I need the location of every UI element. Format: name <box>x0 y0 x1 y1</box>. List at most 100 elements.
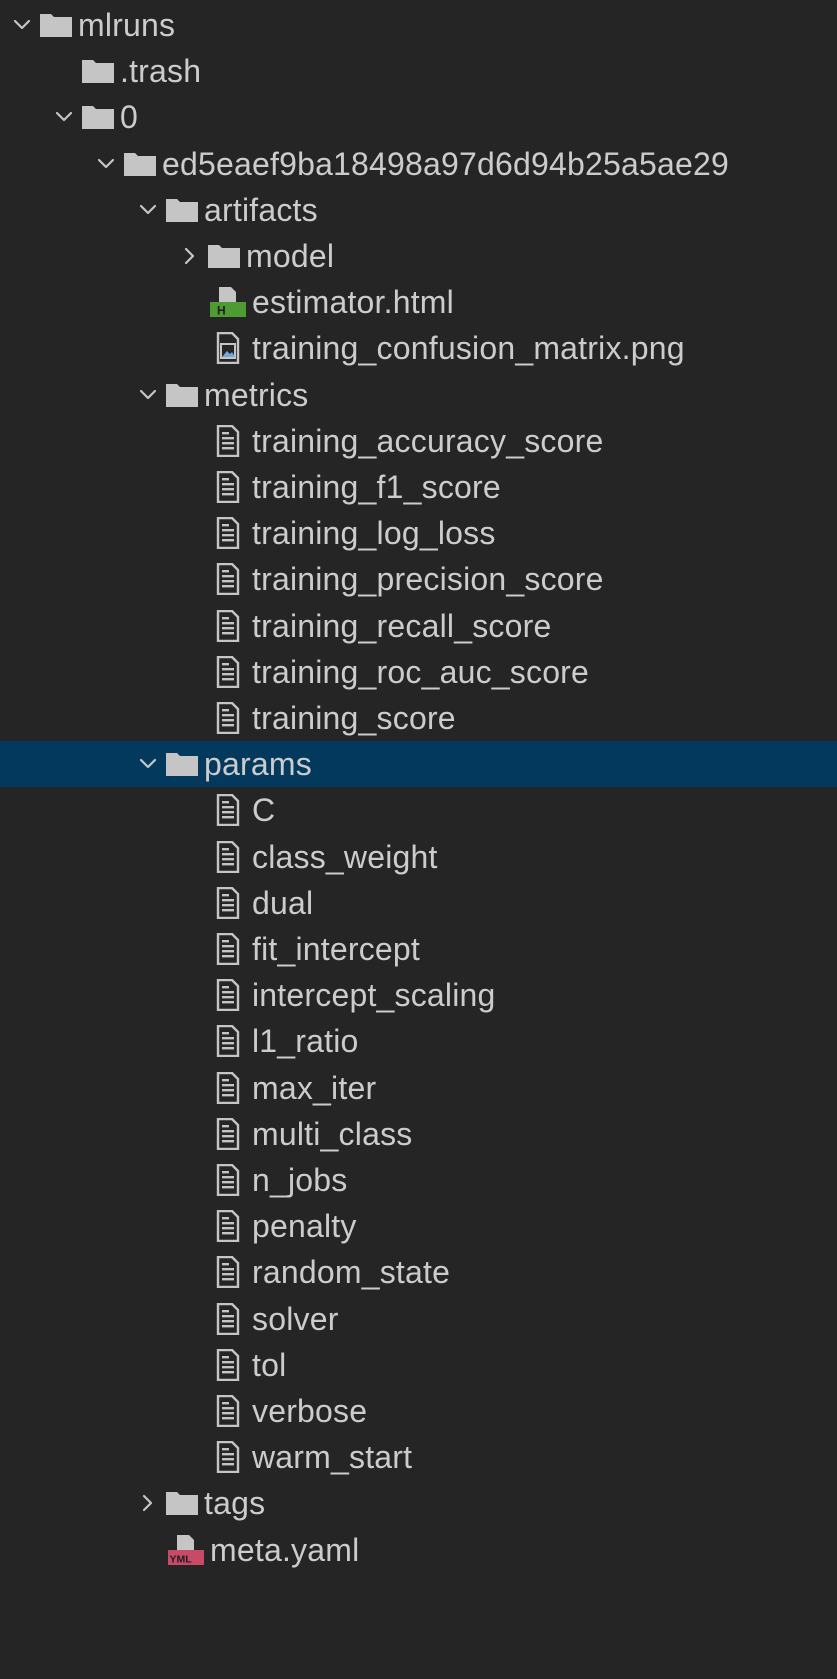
text-file-icon <box>208 1071 248 1104</box>
file-item-verbose[interactable]: verbose <box>0 1388 837 1434</box>
tree-item-label: n_jobs <box>252 1162 348 1198</box>
file-item-training-accuracy-score[interactable]: training_accuracy_score <box>0 418 837 464</box>
tree-item-label: metrics <box>204 376 309 413</box>
tree-item-label: artifacts <box>204 191 318 228</box>
chevron-down-icon[interactable] <box>92 141 120 187</box>
chevron-down-icon[interactable] <box>50 94 78 140</box>
file-item-c[interactable]: C <box>0 787 837 833</box>
text-file-icon <box>208 1210 248 1243</box>
html-file-icon: H <box>208 286 248 318</box>
folder-icon <box>162 751 202 777</box>
text-file-icon <box>208 655 248 688</box>
folder-item-artifacts[interactable]: artifacts <box>0 187 837 233</box>
file-item-meta-yaml[interactable]: YML meta.yaml <box>0 1527 837 1573</box>
tree-item-label: C <box>252 792 276 829</box>
file-item-training-log-loss[interactable]: training_log_loss <box>0 510 837 556</box>
text-file-icon <box>208 1164 248 1197</box>
text-file-icon <box>208 1395 248 1428</box>
text-file-icon <box>208 1256 248 1289</box>
file-item-l1-ratio[interactable]: l1_ratio <box>0 1018 837 1064</box>
file-item-max-iter[interactable]: max_iter <box>0 1065 837 1111</box>
folder-item-mlruns[interactable]: mlruns <box>0 2 837 48</box>
tree-item-label: model <box>246 238 335 274</box>
file-item-intercept-scaling[interactable]: intercept_scaling <box>0 972 837 1018</box>
folder-item-trash[interactable]: .trash <box>0 48 837 94</box>
folder-item-model[interactable]: model <box>0 233 837 279</box>
folder-item-ed5eaef9ba18498a97d6d94b25a5ae29[interactable]: ed5eaef9ba18498a97d6d94b25a5ae29 <box>0 141 837 187</box>
file-item-dual[interactable]: dual <box>0 880 837 926</box>
file-item-training-recall-score[interactable]: training_recall_score <box>0 603 837 649</box>
text-file-icon <box>208 424 248 457</box>
chevron-down-icon[interactable] <box>134 372 162 418</box>
folder-icon <box>78 104 118 130</box>
folder-icon <box>36 12 76 38</box>
file-item-class-weight[interactable]: class_weight <box>0 834 837 880</box>
tree-item-label: warm_start <box>252 1439 413 1476</box>
file-item-training-confusion-matrix-png[interactable]: training_confusion_matrix.png <box>0 325 837 371</box>
tree-item-label: 0 <box>120 99 138 136</box>
chevron-down-icon[interactable] <box>134 187 162 233</box>
tree-item-label: class_weight <box>252 838 438 875</box>
tree-item-label: meta.yaml <box>210 1531 360 1568</box>
chevron-right-icon[interactable] <box>134 1480 162 1526</box>
chevron-right-icon[interactable] <box>176 233 204 279</box>
text-file-icon <box>208 1348 248 1381</box>
text-file-icon <box>208 794 248 827</box>
text-file-icon <box>208 702 248 735</box>
chevron-down-icon[interactable] <box>134 741 162 787</box>
text-file-icon <box>208 1117 248 1150</box>
folder-icon <box>162 197 202 223</box>
folder-item-params[interactable]: params <box>0 741 837 788</box>
tree-item-label: training_f1_score <box>252 469 501 505</box>
tree-item-label: solver <box>252 1300 339 1337</box>
file-item-multi-class[interactable]: multi_class <box>0 1111 837 1157</box>
tree-item-label: training_confusion_matrix.png <box>252 330 685 367</box>
file-item-penalty[interactable]: penalty <box>0 1203 837 1249</box>
tree-item-label: params <box>204 746 312 783</box>
file-item-training-f1-score[interactable]: training_f1_score <box>0 464 837 510</box>
folder-item-tags[interactable]: tags <box>0 1480 837 1526</box>
file-item-solver[interactable]: solver <box>0 1296 837 1342</box>
tree-item-label: tags <box>204 1485 266 1522</box>
folder-item-metrics[interactable]: metrics <box>0 372 837 418</box>
tree-item-label: max_iter <box>252 1069 377 1106</box>
file-item-warm-start[interactable]: warm_start <box>0 1434 837 1480</box>
tree-item-label: training_accuracy_score <box>252 422 604 459</box>
file-item-tol[interactable]: tol <box>0 1342 837 1388</box>
tree-item-label: intercept_scaling <box>252 977 496 1014</box>
file-item-training-precision-score[interactable]: training_precision_score <box>0 556 837 602</box>
file-item-estimator-html[interactable]: Hestimator.html <box>0 279 837 325</box>
file-item-training-score[interactable]: training_score <box>0 695 837 741</box>
chevron-down-icon[interactable] <box>8 2 36 48</box>
tree-item-label: mlruns <box>78 7 176 43</box>
file-item-random-state[interactable]: random_state <box>0 1249 837 1295</box>
tree-item-label: l1_ratio <box>252 1023 359 1060</box>
text-file-icon <box>208 471 248 504</box>
text-file-icon <box>208 1441 248 1474</box>
file-item-n-jobs[interactable]: n_jobs <box>0 1157 837 1203</box>
tree-item-label: training_score <box>252 700 456 736</box>
folder-icon <box>162 382 202 408</box>
folder-item-0[interactable]: 0 <box>0 94 837 140</box>
file-item-fit-intercept[interactable]: fit_intercept <box>0 926 837 972</box>
file-item-training-roc-auc-score[interactable]: training_roc_auc_score <box>0 649 837 695</box>
folder-icon <box>120 151 160 177</box>
